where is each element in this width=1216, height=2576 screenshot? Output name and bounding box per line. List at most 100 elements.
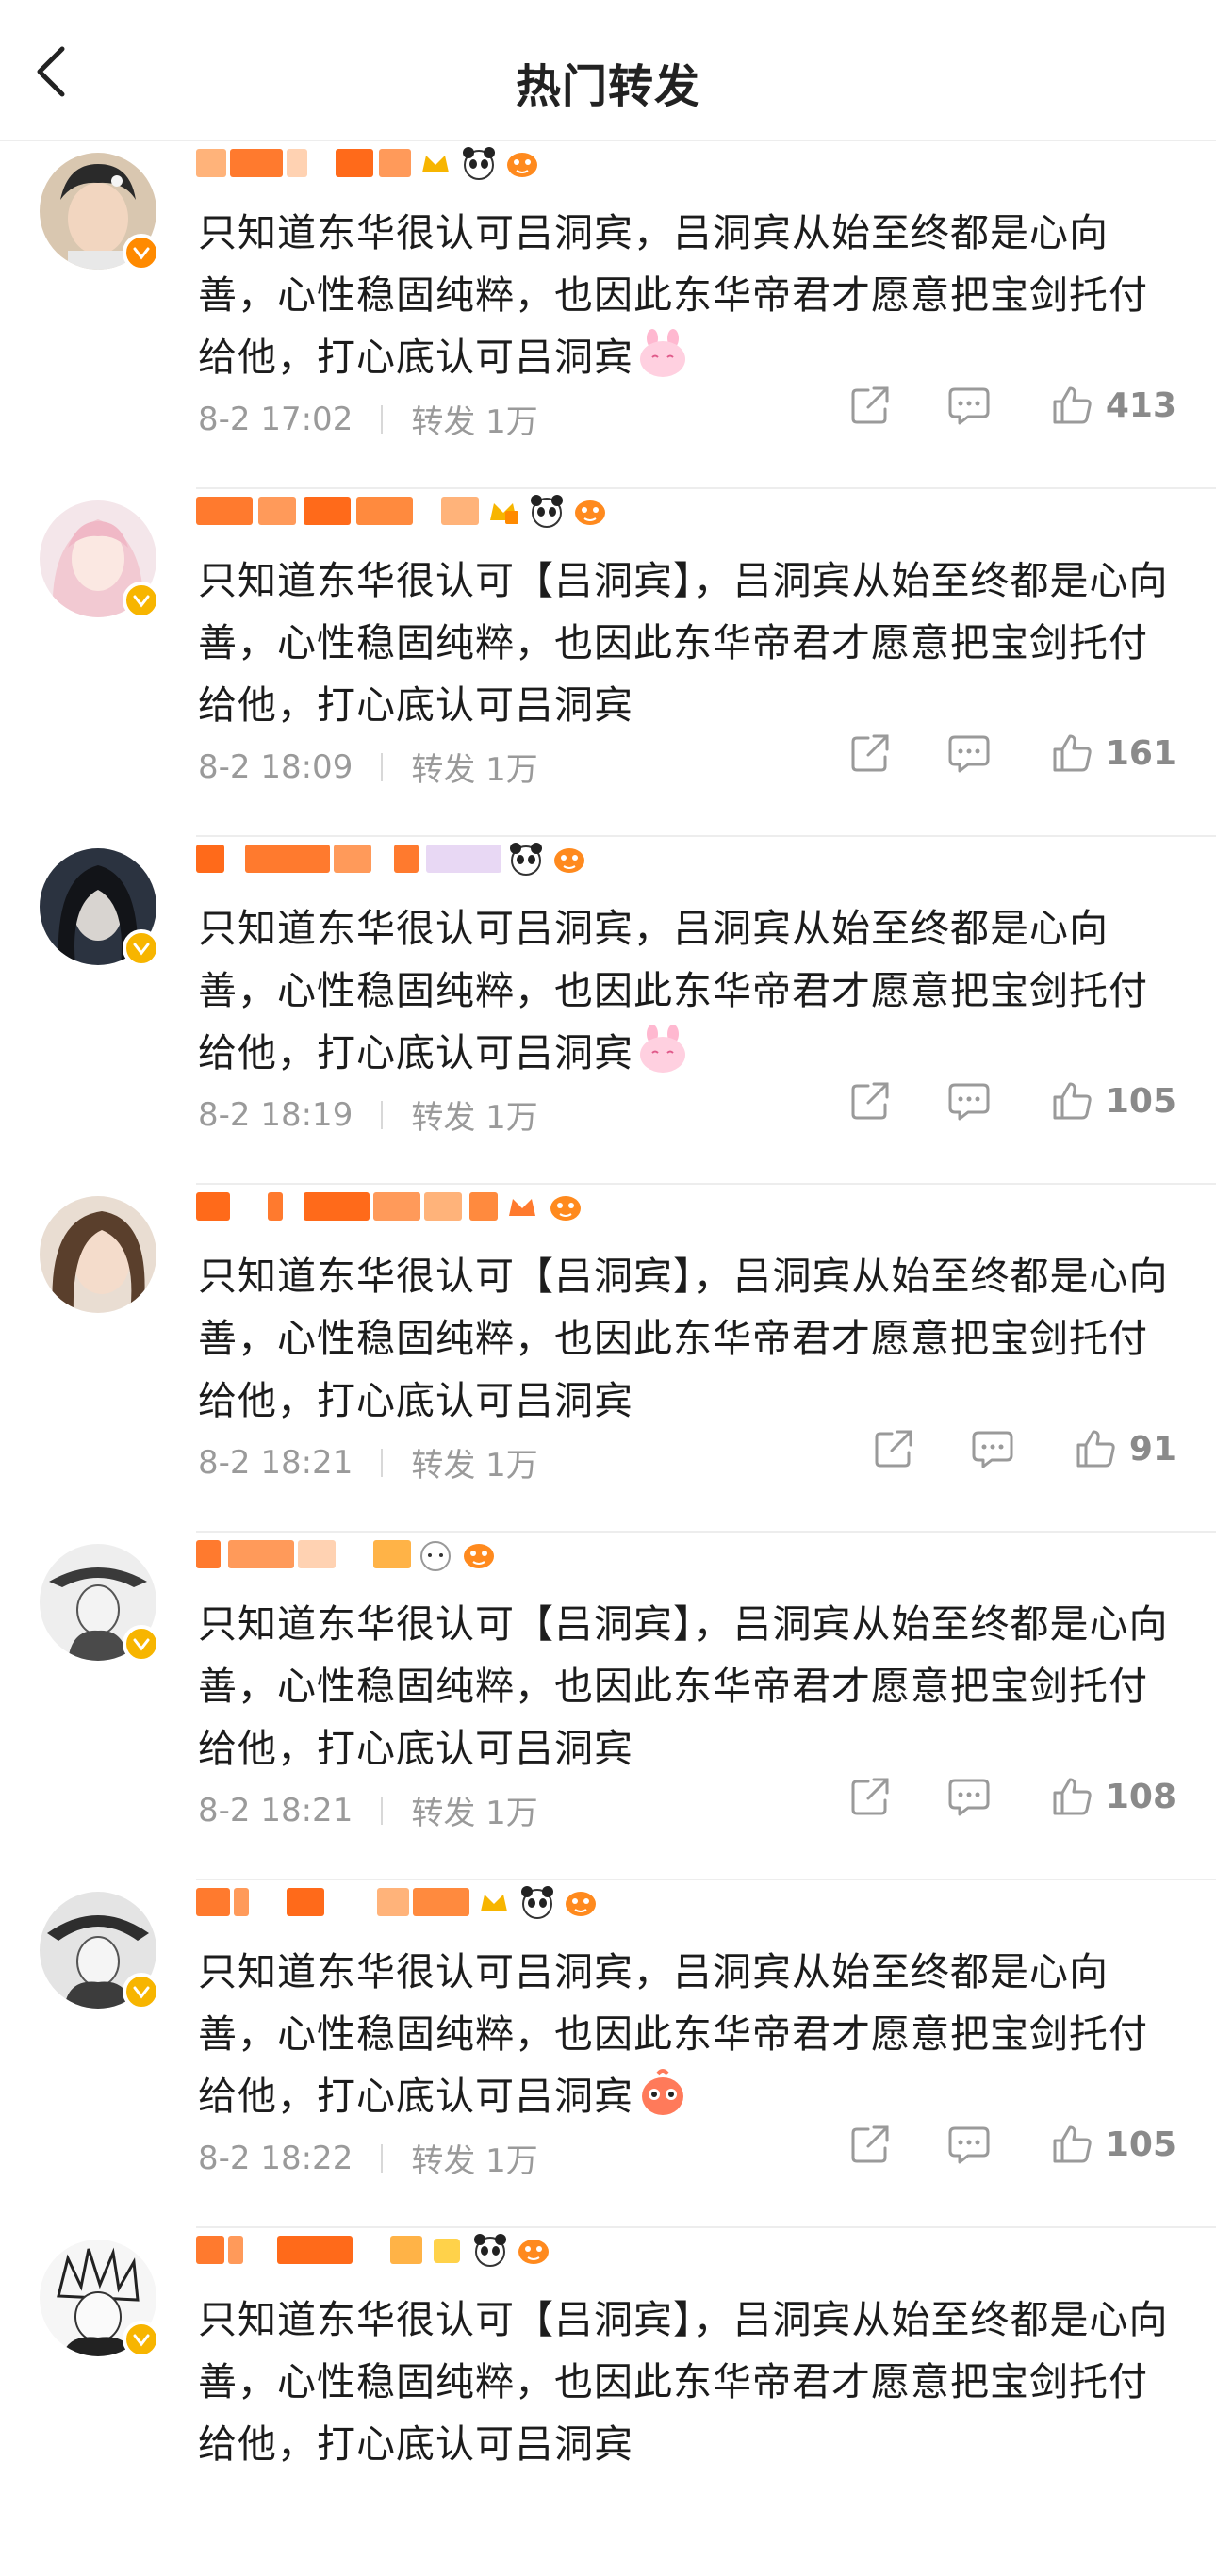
share-button[interactable] [873,1428,914,1469]
thumbs-up-icon [1053,386,1092,424]
repost-item[interactable]: 只知道东华很认可吕洞宾，吕洞宾从始至终都是心向善，心性稳固纯粹，也因此东华帝君才… [0,837,1216,1185]
like-count: 108 [1105,1777,1176,1816]
share-button[interactable] [849,385,891,426]
like-count: 161 [1105,733,1176,773]
repost-text: 只知道东华很认可【吕洞宾】，吕洞宾从始至终都是心向善，心性稳固纯粹，也因此东华帝… [198,558,1169,728]
share-icon [851,386,889,424]
repost-item[interactable]: 只知道东华很认可【吕洞宾】，吕洞宾从始至终都是心向善，心性稳固纯粹，也因此东华帝… [0,1185,1216,1533]
crown-badge-icon [503,1188,541,1225]
repost-item[interactable]: 只知道东华很认可【吕洞宾】，吕洞宾从始至终都是心向善，心性稳固纯粹，也因此东华帝… [0,2228,1216,2576]
like-button[interactable]: 108 [1051,1776,1176,1817]
repost-item[interactable]: 只知道东华很认可【吕洞宾】，吕洞宾从始至终都是心向善，心性稳固纯粹，也因此东华帝… [0,1533,1216,1880]
orange-fish-icon [571,492,609,530]
thumbs-up-icon [1053,1778,1092,1815]
verified-badge-icon [123,1625,160,1663]
thumbs-up-icon [1053,1082,1092,1120]
username-masked[interactable] [196,839,588,878]
comment-icon [948,387,990,425]
comment-icon [948,1779,990,1816]
verified-badge-icon [123,582,160,619]
comment-button[interactable] [947,1777,991,1816]
like-button[interactable]: 105 [1051,1080,1176,1122]
post-date: 8-2 17:02 [198,400,353,438]
verified-badge-icon [123,2321,160,2358]
comment-icon [948,1083,990,1121]
comment-icon [948,2126,990,2164]
username-masked[interactable] [196,1187,584,1226]
comment-icon [948,735,990,773]
orange-fish-icon [547,1188,584,1225]
like-button[interactable]: 91 [1075,1428,1176,1469]
like-button[interactable]: 105 [1051,2124,1176,2165]
verified-badge-icon [123,234,160,271]
like-count: 413 [1105,386,1176,425]
post-date: 8-2 18:19 [198,1095,353,1134]
username-masked[interactable] [196,2230,552,2270]
share-button[interactable] [849,732,891,774]
repost-text: 只知道东华很认可【吕洞宾】，吕洞宾从始至终都是心向善，心性稳固纯粹，也因此东华帝… [198,1601,1169,1771]
comment-button[interactable] [947,386,991,425]
username-masked[interactable] [196,1534,498,1574]
comment-button[interactable] [947,1081,991,1121]
meta-separator [381,752,384,781]
orange-fish-icon [460,1535,498,1573]
action-bar: 91 [873,1428,1176,1469]
repost-item[interactable]: 只知道东华很认可吕洞宾，吕洞宾从始至终都是心向善，心性稳固纯粹，也因此东华帝君才… [0,141,1216,489]
like-button[interactable]: 161 [1051,732,1176,774]
like-button[interactable]: 413 [1051,385,1176,426]
repost-count[interactable]: 转发 1万 [411,744,537,790]
meta-separator [381,1100,384,1129]
post-date: 8-2 18:22 [198,2139,353,2177]
action-bar: 161 [849,732,1176,774]
comment-button[interactable] [971,1429,1014,1468]
thumbs-up-icon [1053,2125,1092,2163]
repost-count[interactable]: 转发 1万 [411,1091,537,1138]
thumbs-up-icon [1076,1430,1115,1468]
username-masked[interactable] [196,1882,600,1922]
orange-fish-icon [562,1883,600,1921]
share-button[interactable] [849,1080,891,1122]
username-masked[interactable] [196,491,609,531]
repost-count[interactable]: 转发 1万 [411,2135,537,2181]
repost-count[interactable]: 转发 1万 [411,1439,537,1485]
thumbs-up-icon [1053,734,1092,772]
repost-text: 只知道东华很认可吕洞宾，吕洞宾从始至终都是心向善，心性稳固纯粹，也因此东华帝君才… [198,1949,1148,2119]
username-masked[interactable] [196,143,541,183]
pink-bunny-icon [635,1025,690,1075]
action-bar: 105 [849,2124,1176,2165]
repost-meta: 8-2 18:19 转发 1万 [198,1091,538,1138]
repost-count[interactable]: 转发 1万 [411,1787,537,1833]
orange-bird-icon [635,2068,690,2119]
comment-button[interactable] [947,2125,991,2164]
post-date: 8-2 18:09 [198,747,353,786]
verified-badge-icon [123,929,160,967]
repost-count[interactable]: 转发 1万 [411,396,537,442]
repost-item[interactable]: 只知道东华很认可【吕洞宾】，吕洞宾从始至终都是心向善，心性稳固纯粹，也因此东华帝… [0,489,1216,837]
share-icon [851,1082,889,1120]
post-date: 8-2 18:21 [198,1791,353,1829]
meta-separator [381,1796,384,1825]
crown-badge-icon [417,144,454,182]
meta-separator [381,2143,384,2173]
action-bar: 108 [849,1776,1176,1817]
pink-bunny-icon [635,329,690,380]
level-badge-icon [485,492,522,530]
like-count: 105 [1105,2125,1176,2164]
panda-icon [460,144,498,182]
orange-fish-icon [503,144,541,182]
meta-separator [381,1448,384,1477]
crown-badge-icon [475,1883,513,1921]
meta-separator [381,404,384,434]
repost-meta: 8-2 18:21 转发 1万 [198,1439,538,1485]
post-date: 8-2 18:21 [198,1443,353,1482]
repost-meta: 8-2 18:09 转发 1万 [198,744,538,790]
share-button[interactable] [849,2124,891,2165]
action-bar: 413 [849,385,1176,426]
share-button[interactable] [849,1776,891,1817]
avatar[interactable] [40,1196,156,1313]
repost-item[interactable]: 只知道东华很认可吕洞宾，吕洞宾从始至终都是心向善，心性稳固纯粹，也因此东华帝君才… [0,1880,1216,2228]
share-icon [851,1778,889,1815]
share-icon [851,2125,889,2163]
panda-icon [518,1883,556,1921]
comment-button[interactable] [947,733,991,773]
